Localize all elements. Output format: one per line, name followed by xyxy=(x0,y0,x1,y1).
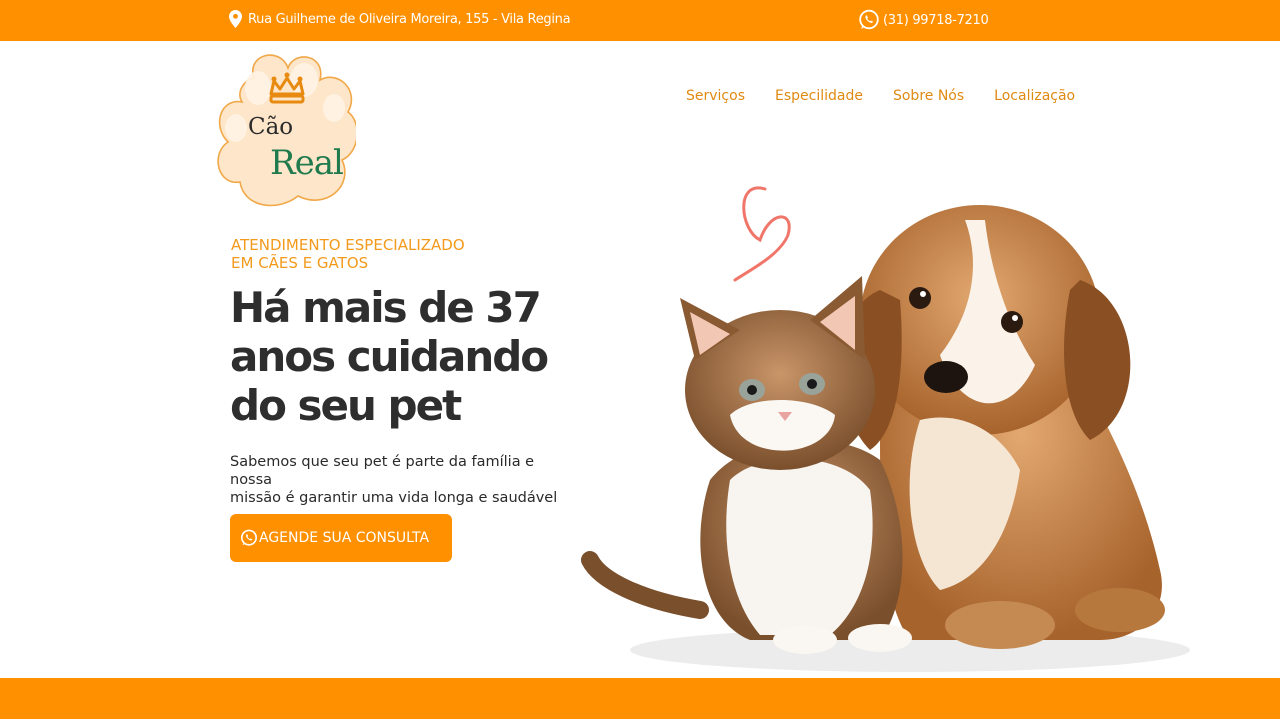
logo-text-cao: Cão xyxy=(248,114,293,140)
address-text: Rua Guilheme de Oliveira Moreira, 155 - … xyxy=(248,11,571,27)
hero-description: Sabemos que seu pet é parte da família e… xyxy=(230,453,575,507)
phone-link[interactable]: (31) 99718-7210 xyxy=(858,9,989,31)
logo-text-real: Real xyxy=(270,143,343,183)
puppy-and-kitten-image xyxy=(581,186,1190,672)
kicker-line-2: EM CÃES E GATOS xyxy=(231,254,369,272)
address-link[interactable]: Rua Guilheme de Oliveira Moreira, 155 - … xyxy=(229,10,571,28)
nav-item-sobre-nos[interactable]: Sobre Nós xyxy=(893,88,964,104)
footer-band xyxy=(0,678,1280,719)
top-bar: Rua Guilheme de Oliveira Moreira, 155 - … xyxy=(0,0,1280,41)
hero-headline: Há mais de 37 anos cuidando do seu pet xyxy=(230,283,590,430)
kicker-line-1: ATENDIMENTO ESPECIALIZADO xyxy=(231,236,465,254)
headline-line-1: Há mais de 37 xyxy=(230,283,542,332)
cao-real-logo[interactable]: Cão Real xyxy=(214,48,356,210)
schedule-consultation-button[interactable]: AGENDE SUA CONSULTA xyxy=(230,514,452,562)
heart-doodle-icon xyxy=(733,186,791,282)
phone-number: (31) 99718-7210 xyxy=(883,12,989,28)
headline-line-2: anos cuidando xyxy=(230,332,549,381)
nav-item-especilidade[interactable]: Especilidade xyxy=(775,88,863,104)
main-nav: Serviços Especilidade Sobre Nós Localiza… xyxy=(686,88,1075,104)
description-line-2: missão é garantir uma vida longa e saudá… xyxy=(230,490,558,506)
whatsapp-icon xyxy=(240,529,258,546)
hero-kicker: ATENDIMENTO ESPECIALIZADO EM CÃES E GATO… xyxy=(231,236,531,272)
whatsapp-icon xyxy=(859,9,879,30)
nav-item-servicos[interactable]: Serviços xyxy=(686,88,745,104)
headline-line-3: do seu pet xyxy=(230,381,462,430)
description-line-1: Sabemos que seu pet é parte da família e… xyxy=(230,454,535,488)
cta-label: AGENDE SUA CONSULTA xyxy=(259,530,430,546)
map-pin-icon xyxy=(229,10,242,28)
nav-item-localizacao[interactable]: Localização xyxy=(994,88,1075,104)
